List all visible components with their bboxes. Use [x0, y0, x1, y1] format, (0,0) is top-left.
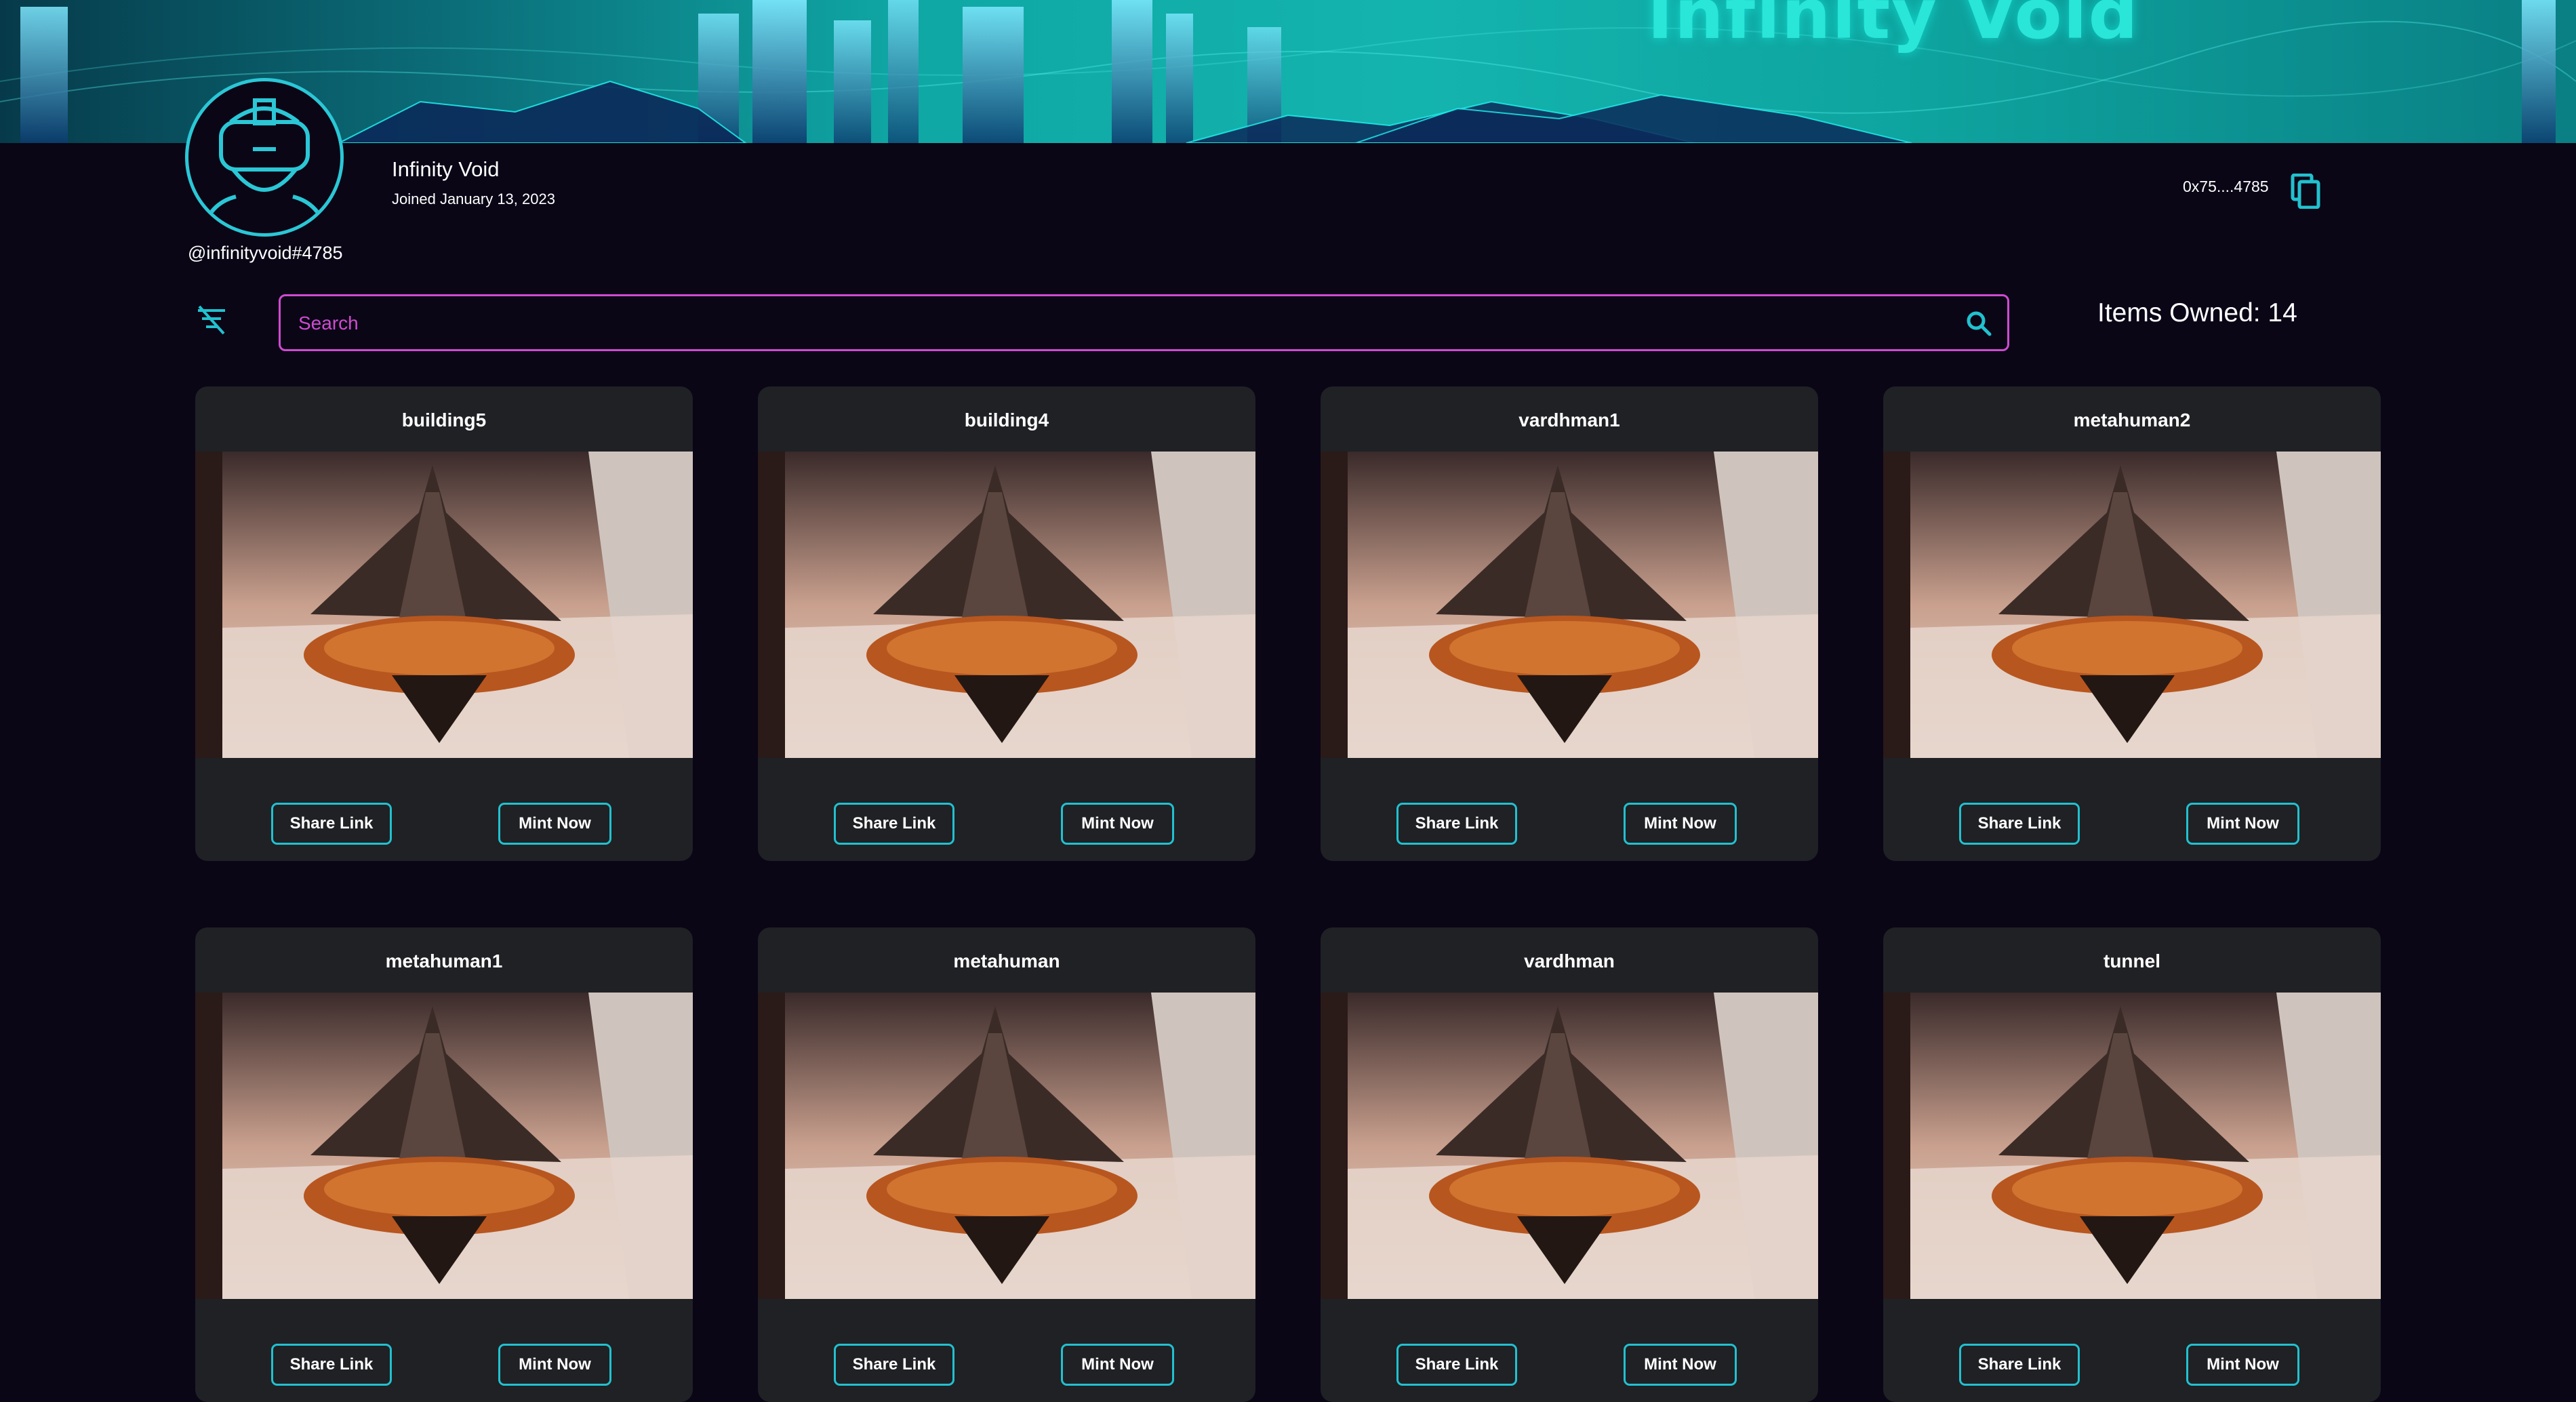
- card-title: metahuman: [953, 950, 1060, 972]
- banner-title: Infinity Void: [1647, 0, 2139, 55]
- share-link-button[interactable]: Share Link: [1959, 1344, 2080, 1386]
- share-link-button[interactable]: Share Link: [1959, 803, 2080, 845]
- card-image: [195, 993, 693, 1299]
- search-icon: [1967, 311, 1992, 336]
- profile-banner: Infinity Void: [0, 0, 2576, 143]
- share-link-button[interactable]: Share Link: [1396, 803, 1517, 845]
- nft-card: building4 Share Link Mint Now: [758, 386, 1255, 861]
- mint-now-button[interactable]: Mint Now: [498, 803, 611, 845]
- mint-now-button[interactable]: Mint Now: [2186, 1344, 2299, 1386]
- search-input[interactable]: [297, 296, 1927, 350]
- share-link-button[interactable]: Share Link: [1396, 1344, 1517, 1386]
- nft-card: vardhman1 Share Link Mint Now: [1321, 386, 1818, 861]
- nft-card: metahuman2 Share Link Mint Now: [1883, 386, 2381, 861]
- avatar: [185, 78, 344, 237]
- items-owned-count: Items Owned: 14: [2097, 298, 2297, 327]
- mint-now-button[interactable]: Mint Now: [1624, 1344, 1737, 1386]
- card-image: [758, 993, 1255, 1299]
- card-image: [1321, 452, 1818, 758]
- filter-toggle-button[interactable]: [194, 302, 229, 338]
- card-title: building4: [964, 409, 1049, 430]
- nft-card: vardhman Share Link Mint Now: [1321, 927, 1818, 1402]
- joined-date: Joined January 13, 2023: [392, 191, 555, 207]
- share-link-button[interactable]: Share Link: [271, 1344, 392, 1386]
- search-button[interactable]: [1965, 310, 1992, 337]
- card-title: vardhman: [1524, 950, 1615, 972]
- card-title: vardhman1: [1518, 409, 1620, 430]
- share-link-button[interactable]: Share Link: [834, 803, 954, 845]
- card-title: building5: [401, 409, 487, 430]
- search-bar: [279, 294, 2009, 351]
- nft-card: tunnel Share Link Mint Now: [1883, 927, 2381, 1402]
- profile-name: Infinity Void: [392, 157, 500, 181]
- mint-now-button[interactable]: Mint Now: [1624, 803, 1737, 845]
- copy-icon: [2291, 173, 2320, 209]
- wallet-address: 0x75....4785: [2183, 178, 2269, 195]
- mint-now-button[interactable]: Mint Now: [1061, 1344, 1174, 1386]
- card-title: metahuman2: [2073, 409, 2191, 430]
- card-title: metahuman1: [385, 950, 503, 972]
- card-image: [1883, 993, 2381, 1299]
- mint-now-button[interactable]: Mint Now: [498, 1344, 611, 1386]
- filter-off-icon: [198, 305, 225, 335]
- mint-now-button[interactable]: Mint Now: [2186, 803, 2299, 845]
- nft-card: metahuman1 Share Link Mint Now: [195, 927, 693, 1402]
- card-image: [758, 452, 1255, 758]
- vr-headset-user-icon: [200, 98, 329, 233]
- banner-cityscape-image: [0, 0, 2576, 143]
- card-image: [1883, 452, 2381, 758]
- user-handle: @infinityvoid#4785: [188, 243, 343, 263]
- share-link-button[interactable]: Share Link: [271, 803, 392, 845]
- card-image: [195, 452, 693, 758]
- copy-address-button[interactable]: [2290, 173, 2322, 209]
- mint-now-button[interactable]: Mint Now: [1061, 803, 1174, 845]
- card-image: [1321, 993, 1818, 1299]
- card-title: tunnel: [2104, 950, 2160, 972]
- nft-card: building5 Share Link Mint Now: [195, 386, 693, 861]
- share-link-button[interactable]: Share Link: [834, 1344, 954, 1386]
- nft-card: metahuman Share Link Mint Now: [758, 927, 1255, 1402]
